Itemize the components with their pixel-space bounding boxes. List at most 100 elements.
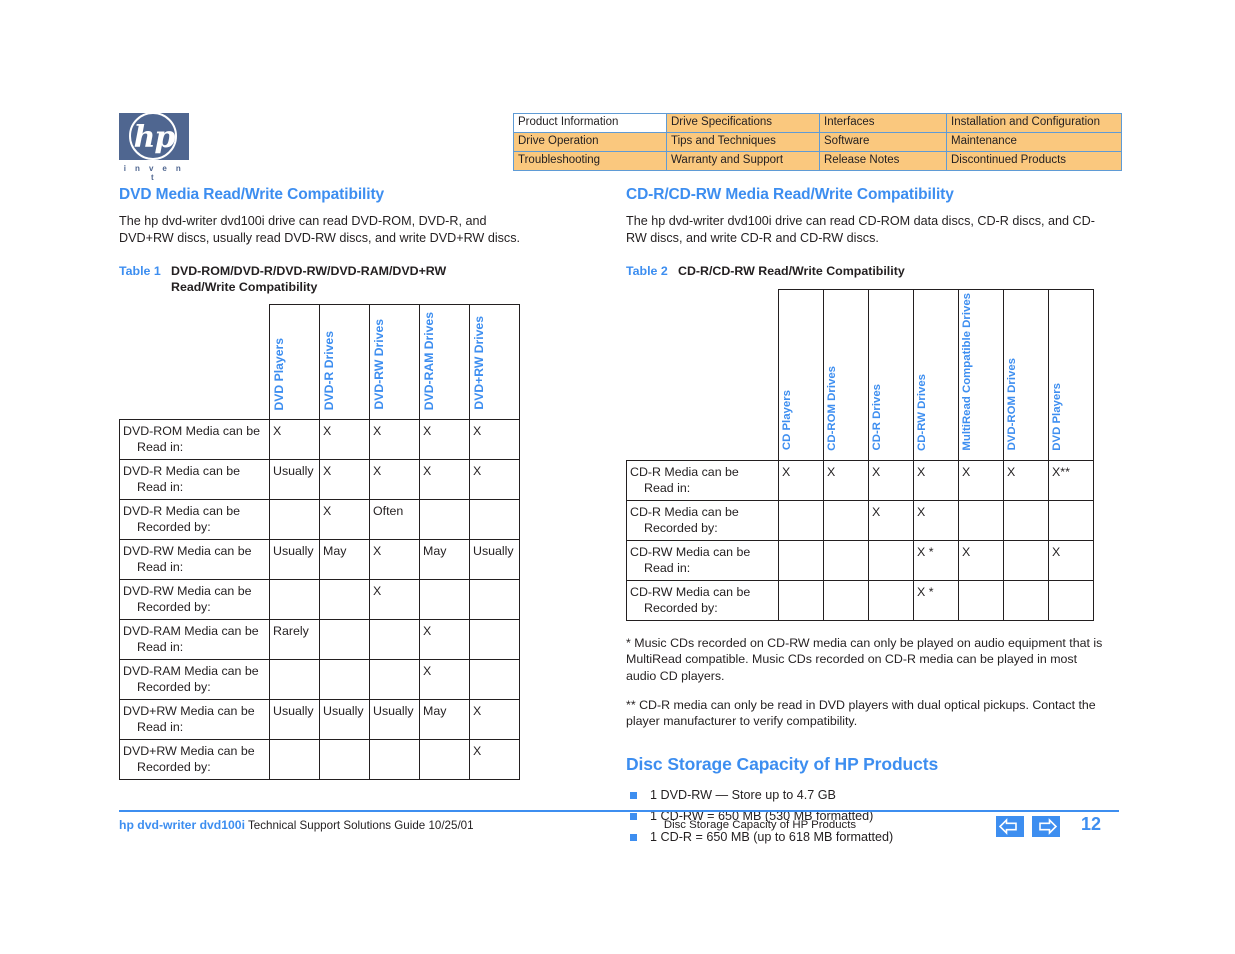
compat-cell: X	[369, 579, 420, 620]
compat-cell: X	[269, 419, 320, 460]
nav-link-installation-and-configuration[interactable]: Installation and Configuration	[946, 113, 1122, 133]
table-row: CD-R Media can be Read in: X X X X X X X**	[626, 459, 1094, 501]
compat-cell	[823, 539, 869, 581]
table-row: DVD-RW Media can be Recorded by: X	[119, 579, 520, 620]
table1-title-line1: DVD-ROM/DVD-R/DVD-RW/DVD-RAM/DVD+RW	[171, 264, 447, 278]
compat-cell: X	[469, 699, 520, 740]
column-header-label: DVD+RW Drives	[472, 316, 486, 410]
compat-cell	[469, 619, 520, 660]
column-header-label: DVD Players	[1051, 382, 1063, 451]
table-row: DVD-R Media can be Read in: Usually X X X X	[119, 459, 520, 500]
table1-body: DVD-ROM Media can be Read in: X X X X X DVD-R M…	[119, 419, 520, 780]
compat-cell: X	[319, 419, 370, 460]
table-row: DVD-RAM Media can be Recorded by: X	[119, 659, 520, 700]
row-label-line1: DVD+RW Media can be	[123, 704, 255, 718]
table-row: DVD-RW Media can be Read in: Usually May X Ma…	[119, 539, 520, 580]
column-header-dvd-players: DVD Players	[269, 304, 320, 420]
compat-cell	[1048, 579, 1094, 621]
row-label-line2: Read in:	[644, 480, 691, 495]
row-label-line1: CD-RW Media can be	[630, 544, 751, 559]
compat-cell	[868, 539, 914, 581]
compat-cell: X	[469, 459, 520, 500]
compat-cell	[1003, 499, 1049, 541]
row-label-line1: DVD-ROM Media can be	[123, 424, 261, 438]
compat-header-row: CD Players CD-ROM Drives CD-R Drives CD-RW …	[627, 289, 1094, 461]
compat-cell: X	[913, 499, 959, 541]
compat-cell	[319, 659, 370, 700]
compat-cell	[958, 579, 1004, 621]
row-label-line2: Recorded by:	[644, 600, 718, 615]
page-title-dvd-compat: DVD Media Read/Write Compatibility	[119, 186, 385, 203]
compat-cell: X	[958, 539, 1004, 581]
column-header-label: MultiRead Compatible Drives	[961, 293, 973, 451]
nav-link-drive-operation[interactable]: Drive Operation	[513, 132, 667, 152]
column-header-cd-rom-drives: CD-ROM Drives	[823, 289, 869, 461]
bullet-square-icon	[630, 791, 637, 799]
compat-cell	[778, 499, 824, 541]
compat-cell	[269, 579, 320, 620]
column-header-cd-rw-drives: CD-RW Drives	[913, 289, 959, 461]
row-label-line1: DVD-R Media can be	[123, 464, 241, 478]
dvd-compat-intro: The hp dvd-writer dvd100i drive can read…	[119, 214, 521, 245]
compat-cell: X**	[1048, 459, 1094, 501]
section-nav-table[interactable]: Product Information Drive Specifications I…	[513, 113, 1122, 171]
compat-cell: Usually	[369, 699, 420, 740]
compat-cell: X *	[913, 579, 959, 621]
row-label-line2: Read in:	[137, 440, 184, 454]
nav-link-release-notes[interactable]: Release Notes	[819, 151, 947, 171]
nav-link-tips-and-techniques[interactable]: Tips and Techniques	[666, 132, 820, 152]
cd-compatibility-table: CD Players CD-ROM Drives CD-R Drives CD-RW …	[626, 289, 1094, 621]
nav-link-maintenance[interactable]: Maintenance	[946, 132, 1122, 152]
compat-cell: X	[868, 499, 914, 541]
arrow-left-icon	[998, 818, 1017, 835]
compat-cell: X	[913, 459, 959, 501]
column-header-label: DVD-RAM Drives	[422, 311, 436, 410]
compat-cell	[469, 499, 520, 540]
column-header-dvd-rom-drives: DVD-ROM Drives	[1003, 289, 1049, 461]
nav-link-drive-specifications[interactable]: Drive Specifications	[666, 113, 820, 133]
compat-cell	[319, 619, 370, 660]
compat-cell	[778, 579, 824, 621]
list-item-label: 1 DVD-RW — Store up to 4.7 GB	[650, 787, 836, 802]
nav-link-product-information[interactable]: Product Information	[513, 113, 667, 133]
row-label-line2: Recorded by:	[137, 520, 211, 534]
table1-number: Table 1	[119, 264, 161, 278]
compat-cell: May	[319, 539, 370, 580]
row-label: DVD-RAM Media can be Recorded by:	[119, 659, 270, 700]
compat-cell: May	[419, 699, 470, 740]
column-header-label: DVD Players	[272, 337, 286, 411]
row-label: DVD-RAM Media can be Read in:	[119, 619, 270, 660]
nav-link-interfaces[interactable]: Interfaces	[819, 113, 947, 133]
table2-title: CD-R/CD-RW Read/Write Compatibility	[678, 264, 905, 278]
footnote-single-asterisk: * Music CDs recorded on CD-RW media can …	[626, 635, 1103, 683]
compat-cell: X	[868, 459, 914, 501]
compat-cell: Rarely	[269, 619, 320, 660]
compat-cell: Usually	[319, 699, 370, 740]
nav-link-warranty-and-support[interactable]: Warranty and Support	[666, 151, 820, 171]
nav-row: Drive Operation Tips and Techniques Softwa…	[513, 132, 1122, 152]
next-page-button[interactable]	[1032, 816, 1061, 837]
column-header-label: DVD-ROM Drives	[1006, 358, 1018, 451]
compat-cell	[823, 579, 869, 621]
footer-brand: hp dvd-writer dvd100i	[119, 818, 245, 832]
document-page: hp i n v e n t Product Information Drive …	[0, 0, 1235, 954]
table1-caption: Table 1 DVD-ROM/DVD-R/DVD-RW/DVD-RAM/DVD+…	[119, 263, 523, 295]
nav-link-troubleshooting[interactable]: Troubleshooting	[513, 151, 667, 171]
nav-link-discontinued-products[interactable]: Discontinued Products	[946, 151, 1122, 171]
row-label-line2: Recorded by:	[137, 680, 211, 694]
row-label: DVD+RW Media can be Recorded by:	[119, 739, 270, 780]
compat-cell	[1003, 539, 1049, 581]
table-row: DVD-R Media can be Recorded by: X Often	[119, 499, 520, 540]
compat-header-corner	[627, 290, 779, 461]
column-header-dvd-ram-drives: DVD-RAM Drives	[419, 304, 470, 420]
compat-cell: Often	[369, 499, 420, 540]
compat-cell: X	[823, 459, 869, 501]
column-header-label: CD-ROM Drives	[826, 365, 838, 451]
compat-cell: Usually	[469, 539, 520, 580]
table2-caption: Table 2 CD-R/CD-RW Read/Write Compatibili…	[626, 263, 1108, 279]
compat-cell	[269, 739, 320, 780]
nav-link-software[interactable]: Software	[819, 132, 947, 152]
compat-cell: X	[778, 459, 824, 501]
compat-cell	[1003, 579, 1049, 621]
previous-page-button[interactable]	[996, 816, 1024, 837]
